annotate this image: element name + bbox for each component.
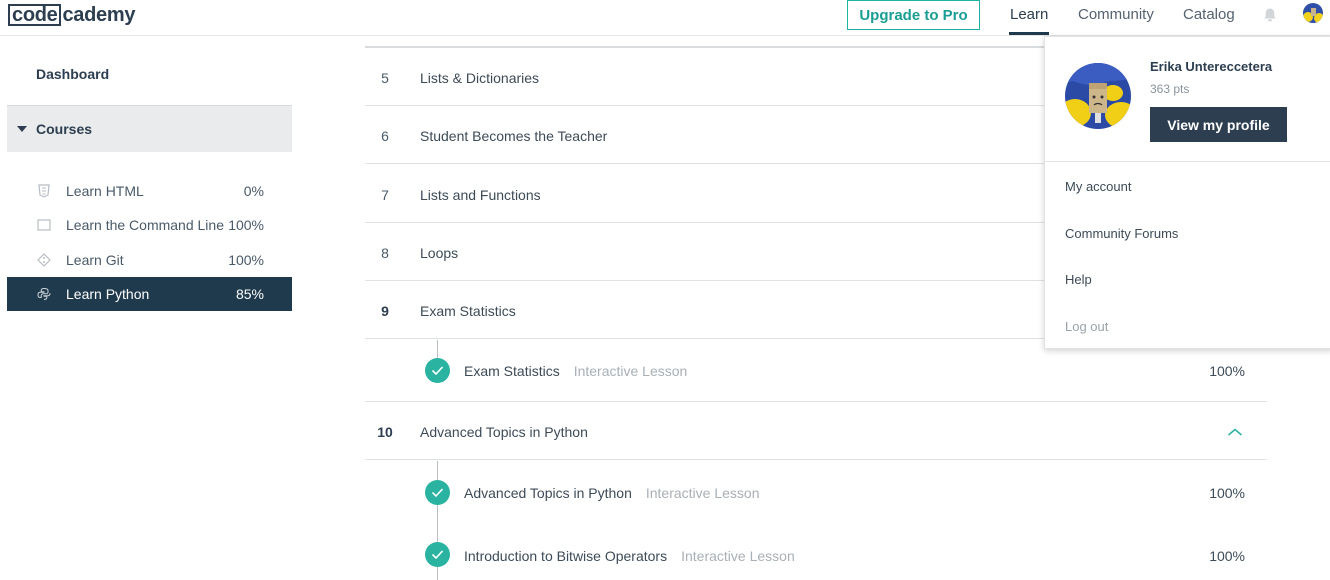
- notifications-bell-icon[interactable]: [1262, 7, 1278, 23]
- upgrade-to-pro-button[interactable]: Upgrade to Pro: [847, 0, 980, 30]
- unit-row[interactable]: 5 Lists & Dictionaries: [365, 48, 1045, 106]
- unit-number: 7: [381, 187, 389, 203]
- user-avatar-button[interactable]: [1303, 3, 1323, 23]
- lesson-row[interactable]: Introduction to Bitwise Operators Interac…: [365, 524, 1267, 580]
- lesson-title[interactable]: Introduction to Bitwise Operators Interac…: [464, 548, 795, 564]
- nav-catalog[interactable]: Catalog: [1183, 6, 1235, 23]
- unit-title: Exam Statistics: [420, 303, 516, 319]
- completed-check-icon: [425, 542, 450, 567]
- unit-title: Student Becomes the Teacher: [420, 128, 608, 144]
- lesson-percent: 100%: [1209, 548, 1245, 564]
- sidebar-course-learn-command-line[interactable]: Learn the Command Line 100%: [7, 208, 292, 242]
- python-icon: [37, 287, 51, 301]
- menu-divider: [1045, 161, 1330, 162]
- lesson-percent: 100%: [1209, 363, 1245, 379]
- unit-row[interactable]: 8 Loops: [365, 223, 1045, 281]
- unit-number: 6: [381, 128, 389, 144]
- user-menu-dropdown: Erika Untereccetera 363 pts View my prof…: [1044, 36, 1330, 349]
- course-name: Learn Git: [66, 252, 124, 268]
- course-name: Learn the Command Line: [66, 217, 224, 233]
- course-name: Learn HTML: [66, 183, 144, 199]
- menu-item-log-out[interactable]: Log out: [1065, 319, 1108, 334]
- lesson-row[interactable]: Exam Statistics Interactive Lesson 100%: [365, 340, 1267, 402]
- top-navigation-bar: code cademy Upgrade to Pro Learn Communit…: [0, 0, 1330, 36]
- lesson-name: Advanced Topics in Python: [464, 485, 632, 501]
- logo-rest-text: cademy: [62, 3, 136, 26]
- chevron-up-icon[interactable]: [1227, 424, 1243, 436]
- nav-learn[interactable]: Learn: [1010, 6, 1048, 23]
- lesson-percent: 100%: [1209, 485, 1245, 501]
- sidebar-course-learn-git[interactable]: Learn Git 100%: [7, 243, 292, 277]
- user-points: 363 pts: [1150, 82, 1190, 96]
- completed-check-icon: [425, 480, 450, 505]
- sidebar-dashboard-link[interactable]: Dashboard: [36, 66, 109, 82]
- unit-number: 5: [381, 70, 389, 86]
- course-percent: 0%: [243, 183, 264, 199]
- caret-down-icon: [17, 126, 27, 132]
- lesson-type: Interactive Lesson: [573, 363, 688, 379]
- terminal-icon: [37, 218, 51, 232]
- unit-number: 8: [381, 245, 389, 261]
- git-icon: [37, 253, 51, 267]
- lesson-title[interactable]: Advanced Topics in Python Interactive Les…: [464, 485, 759, 501]
- course-percent: 100%: [228, 252, 264, 268]
- sidebar-course-learn-html[interactable]: Learn HTML 0%: [7, 174, 292, 208]
- lesson-name: Introduction to Bitwise Operators: [464, 548, 668, 564]
- sidebar-course-learn-python[interactable]: Learn Python 85%: [7, 277, 292, 311]
- html5-icon: [37, 184, 51, 198]
- lesson-type: Interactive Lesson: [681, 548, 795, 564]
- unit-number: 10: [377, 424, 393, 440]
- course-percent: 100%: [228, 217, 264, 233]
- unit-title: Loops: [420, 245, 459, 261]
- course-name: Learn Python: [66, 286, 150, 302]
- codecademy-logo[interactable]: code cademy: [8, 4, 135, 26]
- lesson-type: Interactive Lesson: [645, 485, 760, 501]
- unit-row-expanded[interactable]: 10 Advanced Topics in Python: [365, 402, 1267, 460]
- logo-boxed-text: code: [8, 4, 62, 26]
- unit-number: 9: [381, 303, 389, 319]
- lesson-name: Exam Statistics: [464, 363, 560, 379]
- unit-title: Lists & Dictionaries: [420, 70, 540, 86]
- menu-item-community-forums[interactable]: Community Forums: [1065, 226, 1178, 241]
- menu-item-my-account[interactable]: My account: [1065, 179, 1131, 194]
- user-name: Erika Untereccetera: [1150, 59, 1273, 74]
- nav-community[interactable]: Community: [1078, 6, 1154, 23]
- unit-title: Advanced Topics in Python: [420, 424, 588, 440]
- user-avatar: [1065, 63, 1131, 129]
- course-percent: 85%: [235, 286, 264, 302]
- unit-row[interactable]: 6 Student Becomes the Teacher: [365, 106, 1045, 164]
- sidebar-courses-label: Courses: [36, 121, 93, 137]
- unit-title: Lists and Functions: [420, 187, 541, 203]
- view-profile-button[interactable]: View my profile: [1150, 107, 1287, 142]
- menu-item-help[interactable]: Help: [1065, 272, 1092, 287]
- active-nav-indicator: [1009, 32, 1049, 35]
- unit-row[interactable]: 7 Lists and Functions: [365, 165, 1045, 223]
- sidebar-courses-toggle[interactable]: Courses: [7, 105, 292, 152]
- lesson-title[interactable]: Exam Statistics Interactive Lesson: [464, 363, 687, 379]
- completed-check-icon: [425, 358, 450, 383]
- lesson-row[interactable]: Advanced Topics in Python Interactive Les…: [365, 461, 1267, 523]
